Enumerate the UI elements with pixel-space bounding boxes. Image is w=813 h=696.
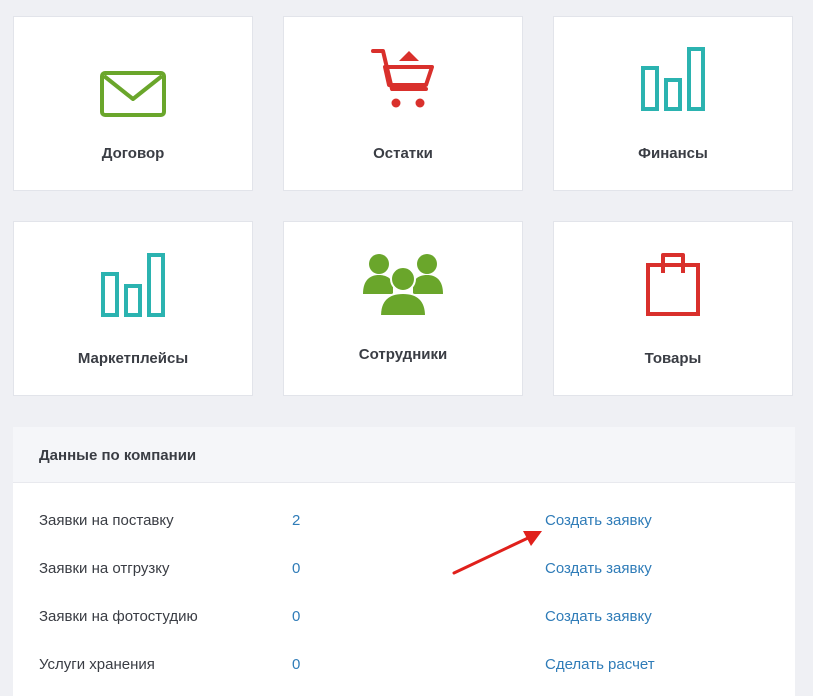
tile-label: Маркетплейсы	[77, 350, 189, 367]
calculate-link[interactable]: Сделать расчет	[545, 656, 655, 673]
table-row: Заявки на поставку 2 Создать заявку	[13, 512, 795, 536]
panel-title: Данные по компании	[39, 447, 197, 464]
create-request-link[interactable]: Создать заявку	[545, 608, 652, 625]
tile-finance[interactable]: Финансы	[553, 16, 793, 191]
row-count-link[interactable]: 0	[292, 656, 300, 673]
tile-contract[interactable]: Договор	[13, 16, 253, 191]
row-label: Заявки на поставку	[39, 512, 174, 529]
bar-chart-icon	[641, 47, 705, 111]
row-count-link[interactable]: 0	[292, 608, 300, 625]
table-row: Услуги хранения 0 Сделать расчет	[13, 656, 795, 680]
row-label: Заявки на фотостудию	[39, 608, 198, 625]
row-label: Услуги хранения	[39, 656, 155, 673]
tile-label: Сотрудники	[358, 346, 448, 363]
create-request-link[interactable]: Создать заявку	[545, 560, 652, 577]
tile-marketplaces[interactable]: Маркетплейсы	[13, 221, 253, 396]
row-label: Заявки на отгрузку	[39, 560, 170, 577]
users-group-icon	[363, 254, 443, 317]
row-count-link[interactable]: 2	[292, 512, 300, 529]
envelope-icon	[100, 71, 166, 117]
shopping-bag-icon	[646, 253, 700, 316]
tile-products[interactable]: Товары	[553, 221, 793, 396]
panel-header: Данные по компании	[13, 427, 795, 483]
tile-label: Товары	[644, 350, 702, 367]
company-data-panel: Данные по компании Заявки на поставку 2 …	[13, 427, 795, 696]
dashboard-page: Договор Остатки Финансы Маркетплейсы Сот…	[0, 0, 813, 696]
row-count-link[interactable]: 0	[292, 560, 300, 577]
tile-label: Финансы	[638, 145, 708, 162]
bar-chart-icon	[101, 253, 165, 317]
shopping-cart-icon	[371, 49, 434, 108]
tile-label: Остатки	[373, 145, 433, 162]
table-row: Заявки на отгрузку 0 Создать заявку	[13, 560, 795, 584]
tile-stock[interactable]: Остатки	[283, 16, 523, 191]
create-request-link[interactable]: Создать заявку	[545, 512, 652, 529]
tile-label: Договор	[101, 145, 165, 162]
tile-employees[interactable]: Сотрудники	[283, 221, 523, 396]
table-row: Заявки на фотостудию 0 Создать заявку	[13, 608, 795, 632]
